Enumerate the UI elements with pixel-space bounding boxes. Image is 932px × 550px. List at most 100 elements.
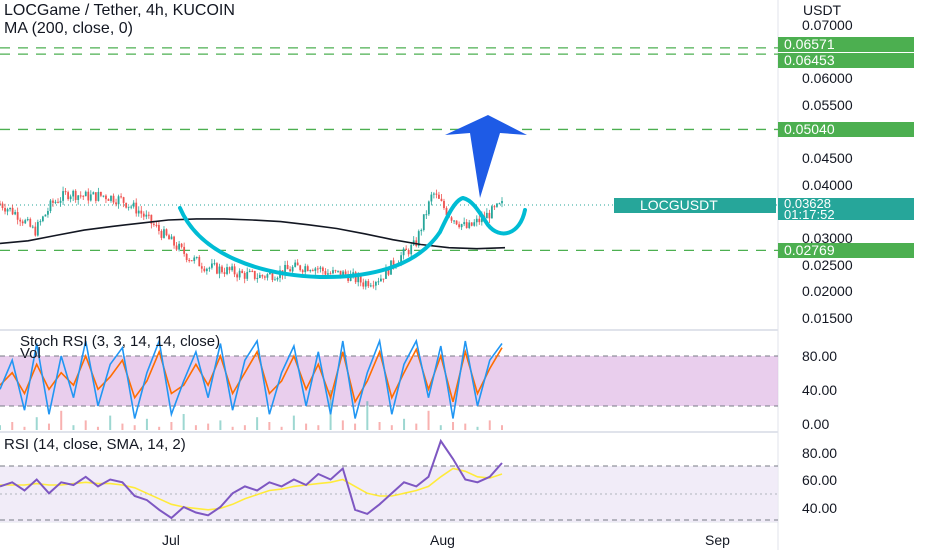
candle-body bbox=[450, 217, 453, 221]
candle-body bbox=[105, 195, 107, 200]
volume-bar bbox=[415, 423, 418, 430]
candle-body bbox=[160, 230, 163, 238]
candle-body bbox=[135, 202, 138, 214]
candle-body bbox=[175, 245, 178, 250]
volume-bar bbox=[23, 426, 26, 430]
volume-bar bbox=[439, 425, 442, 430]
candle-body bbox=[41, 216, 44, 222]
candle-body bbox=[465, 222, 468, 228]
candle-body bbox=[501, 201, 503, 204]
volume-bar bbox=[366, 401, 369, 430]
candle-body bbox=[491, 206, 493, 219]
candle-body bbox=[11, 207, 14, 215]
candle-body bbox=[488, 212, 491, 219]
level-badge[interactable]: 0.02769 bbox=[778, 243, 914, 258]
candle-body bbox=[107, 199, 110, 201]
volume-bar bbox=[121, 423, 124, 430]
candle-body bbox=[440, 198, 443, 201]
level-badge[interactable]: 0.05040 bbox=[778, 122, 914, 137]
candle-body bbox=[402, 248, 405, 256]
candle-body bbox=[145, 214, 148, 217]
volume-bar bbox=[0, 425, 1, 430]
candle-body bbox=[69, 196, 72, 200]
candle-body bbox=[147, 214, 150, 216]
candle-body bbox=[321, 267, 324, 272]
candle-body bbox=[274, 279, 276, 281]
volume-bar bbox=[341, 420, 344, 430]
level-badge[interactable]: 0.06571 bbox=[778, 37, 914, 52]
volume-bar bbox=[390, 425, 393, 430]
candle-body bbox=[188, 259, 191, 261]
candle-body bbox=[9, 207, 11, 210]
candle-body bbox=[168, 235, 170, 240]
level-badge[interactable]: 0.06453 bbox=[778, 53, 914, 68]
volume-bar bbox=[207, 423, 210, 430]
candle-body bbox=[210, 263, 213, 268]
last-price-badge[interactable]: 0.03628 01:17:52 bbox=[778, 197, 914, 221]
candle-body bbox=[344, 271, 347, 275]
volume-bar bbox=[243, 425, 246, 430]
volume-bar bbox=[145, 418, 148, 430]
candle-body bbox=[324, 271, 327, 275]
volume-bar bbox=[452, 422, 455, 430]
volume-bar bbox=[231, 426, 234, 430]
candle-body bbox=[127, 206, 130, 208]
candle-body bbox=[62, 191, 64, 201]
candle-body bbox=[276, 277, 279, 280]
volume-bar bbox=[292, 415, 295, 430]
candle-body bbox=[200, 266, 203, 269]
stoch-y-tick: 0.00 bbox=[802, 416, 830, 432]
candle-body bbox=[299, 265, 302, 271]
ma-label: MA (200, close, 0) bbox=[4, 20, 133, 37]
candle-body bbox=[31, 226, 34, 228]
candle-body bbox=[286, 264, 289, 270]
candle-body bbox=[29, 219, 32, 227]
candle-body bbox=[74, 190, 77, 200]
candle-body bbox=[59, 200, 62, 203]
volume-bar bbox=[194, 425, 197, 430]
candle-body bbox=[453, 220, 455, 222]
candle-body bbox=[309, 270, 312, 272]
stoch-title: Stoch RSI (3, 3, 14, 14, close) bbox=[20, 333, 221, 350]
candle-body bbox=[178, 243, 181, 250]
candle-body bbox=[173, 236, 175, 246]
candle-body bbox=[49, 200, 52, 212]
candle-body bbox=[208, 267, 211, 269]
candle-body bbox=[130, 206, 133, 208]
candle-body bbox=[485, 212, 488, 219]
candle-body bbox=[34, 226, 37, 236]
candle-body bbox=[120, 196, 122, 198]
candle-body bbox=[251, 270, 254, 272]
rsi-y-tick: 80.00 bbox=[802, 445, 838, 461]
candle-body bbox=[77, 195, 80, 200]
y-tick: 0.02000 bbox=[802, 283, 853, 299]
volume-bar bbox=[403, 418, 406, 430]
y-tick: 0.04000 bbox=[802, 177, 853, 193]
candle-body bbox=[142, 213, 145, 217]
chart-title: LOCGame / Tether, 4h, KUCOIN bbox=[4, 2, 235, 19]
symbol-badge[interactable]: LOCGUSDT bbox=[614, 198, 776, 213]
candle-body bbox=[47, 211, 49, 215]
candle-body bbox=[493, 206, 496, 208]
volume-bar bbox=[47, 423, 50, 430]
candle-body bbox=[122, 197, 125, 203]
price-chart[interactable] bbox=[0, 0, 932, 550]
volume-bar bbox=[170, 422, 173, 430]
candle-body bbox=[44, 214, 47, 217]
candle-body bbox=[79, 195, 82, 197]
x-tick: Aug bbox=[430, 532, 455, 548]
candle-body bbox=[125, 202, 128, 208]
volume-bar bbox=[268, 422, 271, 430]
candle-body bbox=[367, 281, 370, 287]
candle-body bbox=[289, 269, 292, 272]
currency-label: USDT bbox=[803, 2, 842, 18]
vol-label: Vol bbox=[20, 345, 41, 362]
candle-body bbox=[337, 270, 339, 272]
candle-body bbox=[231, 266, 233, 271]
candle-body bbox=[362, 282, 365, 287]
rsi-title: RSI (14, close, SMA, 14, 2) bbox=[4, 436, 186, 453]
candle-body bbox=[223, 272, 226, 274]
candle-body bbox=[475, 218, 478, 223]
candle-body bbox=[39, 221, 42, 223]
candle-body bbox=[87, 191, 90, 201]
